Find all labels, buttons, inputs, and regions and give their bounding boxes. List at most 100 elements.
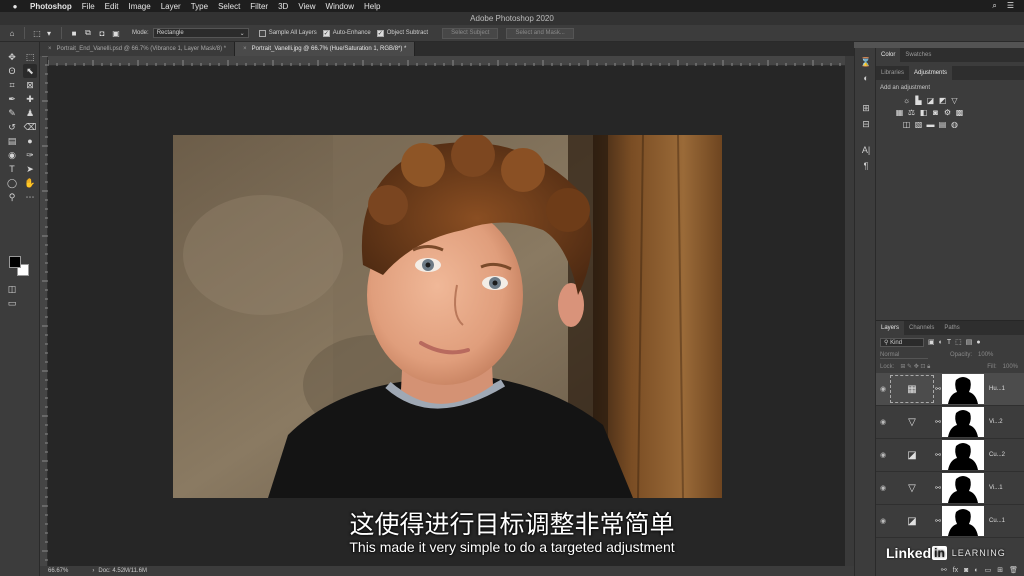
horizontal-ruler[interactable] — [48, 56, 845, 66]
exposure-icon[interactable]: ◩ — [938, 96, 947, 105]
tab-channels[interactable]: Channels — [904, 321, 939, 335]
select-subject-button[interactable]: Select Subject — [442, 27, 499, 39]
threshold-icon[interactable]: ▬ — [926, 120, 935, 129]
auto-enhance-checkbox[interactable]: ✓ Auto-Enhance — [322, 29, 371, 37]
visibility-icon[interactable]: ◉ — [876, 418, 890, 426]
menu-filter[interactable]: Filter — [250, 2, 268, 11]
type-filter-icon[interactable]: T — [947, 339, 951, 346]
zoom-level[interactable]: 66.67% — [48, 568, 68, 574]
menu-image[interactable]: Image — [128, 2, 150, 11]
tab-portrait-vanelli[interactable]: × Portrait_Vanelli.jpg @ 66.7% (Hue/Satu… — [235, 42, 416, 56]
vibrance-icon[interactable]: ▽ — [890, 474, 934, 502]
apple-icon[interactable]: ● — [8, 2, 22, 11]
tab-swatches[interactable]: Swatches — [900, 48, 936, 62]
tab-color[interactable]: Color — [876, 48, 901, 62]
portrait-photo[interactable] — [173, 135, 722, 498]
add-selection-icon[interactable]: ⧉ — [82, 27, 94, 39]
menu-list-icon[interactable]: ☰ — [1007, 1, 1014, 11]
mask-link-icon[interactable]: ⚯ — [934, 418, 942, 426]
gradient-map-icon[interactable]: ▤ — [938, 120, 947, 129]
move-tool-icon[interactable]: ✥ — [5, 50, 19, 64]
history-icon[interactable]: ⌛ — [855, 54, 877, 70]
dodge-tool-icon[interactable]: ◉ — [5, 148, 19, 162]
selective-color-icon[interactable]: ◍ — [950, 120, 959, 129]
zoom-tool-icon[interactable]: ⚲ — [5, 190, 19, 204]
vertical-ruler[interactable] — [40, 56, 48, 566]
menu-select[interactable]: Select — [218, 2, 240, 11]
tool-preset-icon[interactable]: ⬚ ▾ — [31, 27, 55, 39]
curves-icon[interactable]: ◪ — [890, 441, 934, 469]
layer-mask-thumbnail[interactable] — [942, 473, 984, 503]
new-selection-icon[interactable]: ■ — [68, 27, 80, 39]
kind-filter-select[interactable]: ⚲ Kind — [880, 337, 924, 347]
path-selection-tool-icon[interactable]: ➤ — [23, 162, 37, 176]
adjustments-panel-icon[interactable]: ⊟ — [855, 116, 877, 132]
link-layers-icon[interactable]: ⚯ — [941, 566, 947, 574]
lock-icon[interactable]: ⊞ ✎ ✥ ⊡ 🔒︎ — [900, 363, 930, 371]
layer-row[interactable]: ◉ ▽ ⚯ Vi...1 — [876, 472, 1024, 505]
subtract-selection-icon[interactable]: ◘ — [96, 27, 108, 39]
history-brush-tool-icon[interactable]: ↺ — [5, 120, 19, 134]
quick-mask-icon[interactable]: ◫ — [5, 282, 19, 296]
screen-mode-icon[interactable]: ▭ — [5, 296, 19, 310]
menu-app[interactable]: Photoshop — [30, 2, 72, 11]
color-panel-icon[interactable]: ◐ — [855, 70, 877, 86]
type-tool-icon[interactable]: T — [5, 162, 19, 176]
marquee-tool-icon[interactable]: ⬚ — [23, 50, 37, 64]
hue-saturation-icon[interactable]: ▦ — [895, 108, 904, 117]
pen-tool-icon[interactable]: ✑ — [23, 148, 37, 162]
fill-value[interactable]: 100% — [1003, 364, 1018, 370]
visibility-icon[interactable]: ◉ — [876, 484, 890, 492]
menu-edit[interactable]: Edit — [105, 2, 119, 11]
channel-mixer-icon[interactable]: ⚙ — [943, 108, 952, 117]
layer-row[interactable]: ◉ ◪ ⚯ Cu...2 — [876, 439, 1024, 472]
layer-mask-thumbnail[interactable] — [942, 374, 984, 404]
filter-toggle-icon[interactable]: ● — [976, 339, 980, 346]
mask-link-icon[interactable]: ⚯ — [934, 451, 942, 459]
add-mask-icon[interactable]: ◙ — [964, 567, 968, 574]
color-lookup-icon[interactable]: ▩ — [955, 108, 964, 117]
photo-filter-icon[interactable]: ◙ — [931, 108, 940, 117]
menu-3d[interactable]: 3D — [278, 2, 288, 11]
clone-stamp-tool-icon[interactable]: ♟ — [23, 106, 37, 120]
close-icon[interactable]: × — [243, 46, 247, 52]
adjustment-filter-icon[interactable]: ◐ — [939, 339, 943, 346]
tab-portrait-end[interactable]: × Portrait_End_Vanelli.psd @ 66.7% (Vibr… — [40, 42, 236, 56]
menu-view[interactable]: View — [298, 2, 315, 11]
foreground-color-swatch[interactable] — [9, 256, 21, 268]
brightness-contrast-icon[interactable]: ☼ — [902, 96, 911, 105]
object-selection-tool-icon[interactable]: ⬉ — [23, 64, 37, 78]
doc-size-arrow-icon[interactable]: › — [92, 568, 94, 574]
vibrance-icon[interactable]: ▽ — [950, 96, 959, 105]
gradient-tool-icon[interactable]: ▤ — [5, 134, 19, 148]
trash-icon[interactable]: 🗑︎ — [1009, 566, 1018, 574]
tab-libraries[interactable]: Libraries — [876, 66, 909, 80]
intersect-selection-icon[interactable]: ▣ — [110, 27, 122, 39]
layer-mask-thumbnail[interactable] — [942, 407, 984, 437]
levels-icon[interactable]: ▙ — [914, 96, 923, 105]
healing-brush-tool-icon[interactable]: ✚ — [23, 92, 37, 106]
shape-tool-icon[interactable]: ◯ — [5, 176, 19, 190]
canvas-area[interactable] — [48, 66, 845, 566]
lasso-tool-icon[interactable]: ʘ — [5, 64, 19, 78]
blend-mode-select[interactable]: Normal — [880, 352, 928, 359]
menu-file[interactable]: File — [82, 2, 95, 11]
pixel-filter-icon[interactable]: ▣ — [928, 338, 935, 346]
fx-icon[interactable]: fx — [953, 567, 958, 574]
select-and-mask-button[interactable]: Select and Mask... — [506, 27, 574, 39]
sample-all-layers-checkbox[interactable]: Sample All Layers — [258, 29, 317, 37]
search-icon[interactable]: ⌕ — [992, 1, 996, 11]
black-white-icon[interactable]: ◧ — [919, 108, 928, 117]
close-icon[interactable]: × — [48, 46, 52, 52]
menu-help[interactable]: Help — [364, 2, 380, 11]
mode-select[interactable]: Rectangle ⌄ — [152, 28, 249, 38]
visibility-icon[interactable]: ◉ — [876, 451, 890, 459]
paragraph-icon[interactable]: ¶ — [855, 158, 877, 174]
new-layer-icon[interactable]: ⊞ — [997, 566, 1003, 574]
layer-row[interactable]: ◉ ▦ ⚯ Hu...1 — [876, 373, 1024, 406]
object-subtract-checkbox[interactable]: ✓ Object Subtract — [376, 29, 428, 37]
mask-link-icon[interactable]: ⚯ — [934, 385, 942, 393]
new-adjustment-icon[interactable]: ◐ — [974, 567, 978, 574]
layer-row[interactable]: ◉ ▽ ⚯ Vi...2 — [876, 406, 1024, 439]
color-balance-icon[interactable]: ⚖ — [907, 108, 916, 117]
